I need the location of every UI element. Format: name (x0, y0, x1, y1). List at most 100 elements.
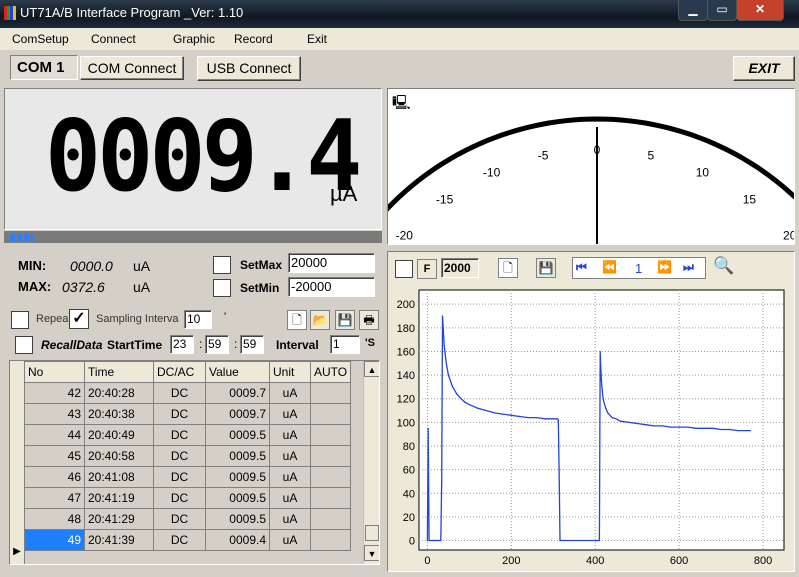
table-cell[interactable]: uA (269, 424, 311, 446)
table-cell[interactable]: 0009.5 (205, 466, 270, 488)
next-page-icon[interactable]: ⏩ (657, 260, 672, 274)
table-row[interactable]: 45 20:40:58 DC 0009.5 uA (24, 445, 352, 467)
table-cell[interactable]: 43 (24, 403, 85, 425)
table-cell[interactable]: DC (153, 424, 206, 446)
table-cell[interactable]: 44 (24, 424, 85, 446)
com-connect-button[interactable]: COM Connect (80, 56, 184, 80)
table-cell[interactable] (309, 382, 352, 404)
close-button[interactable]: ✕ (736, 0, 784, 21)
sampling-checkbox[interactable]: ✓ (69, 309, 89, 329)
minimize-button[interactable]: ▁ (678, 0, 708, 21)
save-graph-icon[interactable]: 💾 (536, 258, 556, 278)
menu-connect[interactable]: Connect (91, 32, 136, 46)
start-minute-input[interactable]: 59 (205, 335, 229, 354)
open-folder-icon[interactable]: 📂 (310, 310, 330, 330)
table-cell[interactable]: 0009.5 (205, 508, 270, 530)
table-row[interactable]: 46 20:41:08 DC 0009.5 uA (24, 466, 352, 488)
zoom-icon[interactable]: 🔍 (713, 256, 734, 276)
exit-button[interactable]: EXIT (733, 56, 795, 81)
scroll-down-icon[interactable]: ▼ (364, 545, 379, 561)
table-cell[interactable]: 48 (24, 508, 85, 530)
menu-record[interactable]: Record (234, 32, 273, 46)
interval-input[interactable]: 1 (330, 335, 360, 354)
table-row[interactable]: 43 20:40:38 DC 0009.7 uA (24, 403, 352, 425)
setmax-input[interactable]: 20000 (288, 253, 375, 273)
repeat-checkbox[interactable] (11, 311, 29, 329)
menu-graphic[interactable]: Graphic (173, 32, 215, 46)
save-icon[interactable]: 💾 (335, 310, 355, 330)
table-cell[interactable]: DC (153, 403, 206, 425)
table-cell[interactable]: uA (269, 487, 311, 509)
setmin-checkbox[interactable] (213, 279, 231, 297)
table-row[interactable]: 49 20:41:39 DC 0009.4 uA (24, 529, 352, 551)
table-cell[interactable]: uA (269, 529, 311, 551)
table-cell[interactable] (309, 529, 352, 551)
table-cell[interactable]: uA (269, 508, 311, 530)
table-cell[interactable]: 49 (24, 529, 85, 551)
new-file-icon[interactable]: 🗋 (287, 310, 307, 330)
first-page-icon[interactable]: ⏮ (576, 260, 587, 275)
table-cell[interactable]: 0009.4 (205, 529, 270, 551)
recall-checkbox[interactable] (15, 336, 33, 354)
table-cell[interactable]: 20:41:39 (84, 529, 154, 551)
table-cell[interactable]: uA (269, 382, 311, 404)
setmin-input[interactable]: -20000 (288, 277, 375, 297)
table-cell[interactable]: 0009.5 (205, 487, 270, 509)
column-header[interactable]: No (24, 361, 85, 383)
table-cell[interactable]: 0009.7 (205, 403, 270, 425)
table-cell[interactable]: 0009.7 (205, 382, 270, 404)
setmax-checkbox[interactable] (213, 256, 231, 274)
graph-checkbox[interactable] (395, 260, 413, 278)
table-row[interactable]: 48 20:41:29 DC 0009.5 uA (24, 508, 352, 530)
column-header[interactable]: DC/AC (153, 361, 206, 383)
column-header[interactable]: Time (84, 361, 154, 383)
table-cell[interactable]: 0009.5 (205, 445, 270, 467)
table-cell[interactable]: DC (153, 445, 206, 467)
table-cell[interactable]: DC (153, 529, 206, 551)
table-cell[interactable] (309, 508, 352, 530)
table-cell[interactable]: 20:40:28 (84, 382, 154, 404)
table-cell[interactable] (309, 424, 352, 446)
table-cell[interactable]: 20:40:38 (84, 403, 154, 425)
column-header[interactable]: Value (205, 361, 270, 383)
table-cell[interactable]: DC (153, 466, 206, 488)
scroll-thumb[interactable] (365, 525, 379, 541)
table-row[interactable]: 47 20:41:19 DC 0009.5 uA (24, 487, 352, 509)
table-cell[interactable] (309, 445, 352, 467)
table-cell[interactable]: 20:41:29 (84, 508, 154, 530)
column-header[interactable]: AUTO (309, 361, 352, 383)
new-graph-icon[interactable]: 🗋 (498, 258, 518, 278)
column-header[interactable]: Unit (269, 361, 311, 383)
maximize-button[interactable]: ▭ (707, 0, 737, 21)
table-cell[interactable]: 20:40:58 (84, 445, 154, 467)
start-hour-input[interactable]: 23 (170, 335, 194, 354)
table-cell[interactable] (309, 403, 352, 425)
table-cell[interactable]: uA (269, 403, 311, 425)
menu-exit[interactable]: Exit (307, 32, 327, 46)
table-cell[interactable]: 45 (24, 445, 85, 467)
table-cell[interactable]: 47 (24, 487, 85, 509)
scroll-up-icon[interactable]: ▲ (364, 361, 379, 377)
table-cell[interactable] (309, 487, 352, 509)
table-row[interactable]: 44 20:40:49 DC 0009.5 uA (24, 424, 352, 446)
table-cell[interactable]: DC (153, 382, 206, 404)
table-cell[interactable]: 0009.5 (205, 424, 270, 446)
table-row[interactable]: 42 20:40:28 DC 0009.7 uA (24, 382, 352, 404)
table-cell[interactable] (309, 466, 352, 488)
table-cell[interactable]: 20:41:08 (84, 466, 154, 488)
table-cell[interactable]: 20:41:19 (84, 487, 154, 509)
print-icon[interactable]: 🖶 (359, 310, 379, 330)
prev-page-icon[interactable]: ⏪ (602, 260, 617, 274)
table-cell[interactable]: DC (153, 508, 206, 530)
table-cell[interactable]: 20:40:49 (84, 424, 154, 446)
menu-comsetup[interactable]: ComSetup (12, 32, 69, 46)
table-cell[interactable]: 42 (24, 382, 85, 404)
usb-connect-button[interactable]: USB Connect (197, 56, 301, 81)
table-cell[interactable]: uA (269, 445, 311, 467)
points-input[interactable]: 2000 (441, 258, 479, 278)
last-page-icon[interactable]: ⏭ (683, 260, 694, 275)
fit-icon[interactable]: F (417, 259, 437, 279)
table-cell[interactable]: 46 (24, 466, 85, 488)
start-second-input[interactable]: 59 (240, 335, 264, 354)
table-cell[interactable]: uA (269, 466, 311, 488)
